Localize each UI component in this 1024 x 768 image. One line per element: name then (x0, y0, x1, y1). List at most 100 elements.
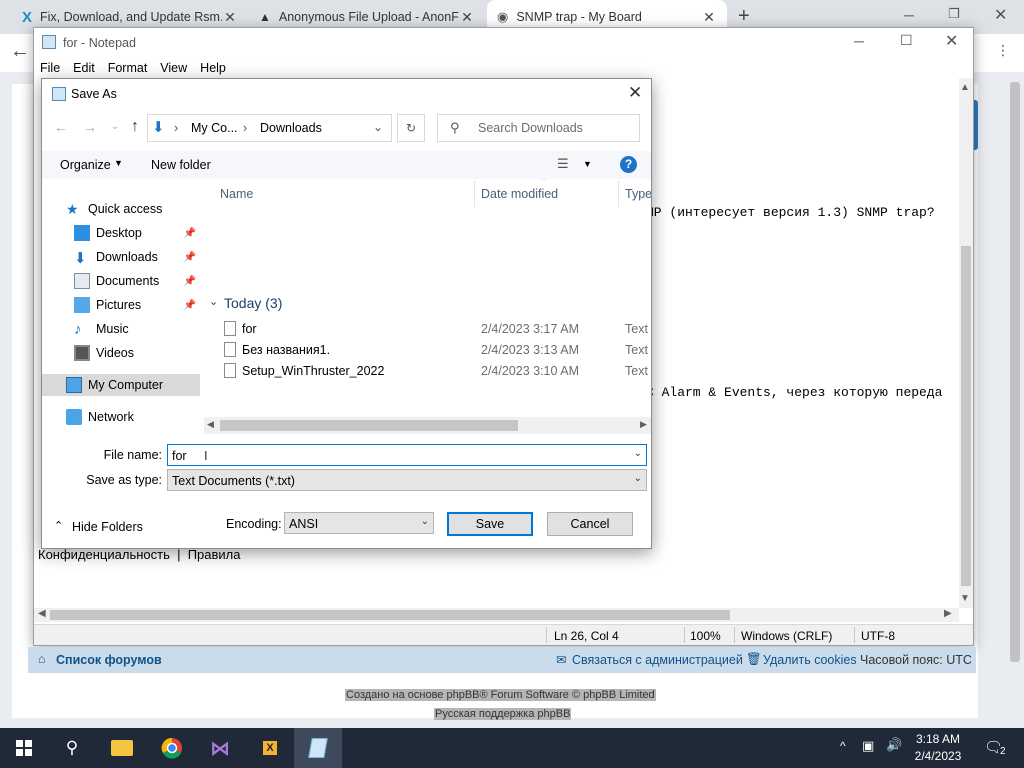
group-chevron-icon[interactable]: ⌄ (209, 295, 218, 308)
search-downloads-input[interactable]: ⚲ Search Downloads (437, 114, 640, 142)
tab-close-icon[interactable]: ✕ (701, 9, 717, 26)
scroll-left-icon[interactable]: ◀ (207, 419, 214, 430)
file-row[interactable]: Setup_WinThruster_2022 2/4/2023 3:10 AM … (218, 361, 651, 382)
refresh-button[interactable]: ↻ (397, 114, 425, 142)
save-button[interactable]: Save (447, 512, 533, 536)
view-chevron-icon[interactable]: ▼ (583, 159, 592, 169)
menu-help[interactable]: Help (200, 61, 226, 75)
hide-folders-button[interactable]: Hide Folders (72, 520, 143, 534)
scroll-thumb[interactable] (961, 246, 971, 586)
organize-chevron-icon[interactable]: ▼ (114, 158, 123, 168)
view-options-icon[interactable]: ☰ (557, 156, 569, 172)
file-date: 2/4/2023 3:13 AM (481, 343, 579, 357)
dialog-close-icon[interactable]: ✕ (628, 83, 642, 103)
breadcrumb-my-computer[interactable]: My Co... (191, 121, 238, 135)
scroll-thumb[interactable] (50, 610, 730, 620)
encoding-select[interactable]: ANSI ⌄ (284, 512, 434, 534)
scroll-left-icon[interactable]: ◀ (38, 608, 46, 619)
tray-chevron-icon[interactable]: ^ (840, 739, 846, 753)
visual-studio-button[interactable]: ⋈ (196, 728, 244, 768)
new-tab-button[interactable]: + (738, 5, 750, 28)
cancel-button[interactable]: Cancel (547, 512, 633, 536)
column-type[interactable]: Type (625, 187, 651, 201)
menu-edit[interactable]: Edit (73, 61, 95, 75)
browser-restore-icon[interactable]: ❐ (948, 6, 960, 22)
column-date-modified[interactable]: Date modified (481, 187, 558, 201)
browser-close-icon[interactable]: ✕ (994, 5, 1007, 25)
notepad-vertical-scrollbar[interactable]: ▲ ▼ (959, 78, 973, 608)
notepad-taskbar-button[interactable] (294, 728, 342, 768)
network-tray-icon[interactable]: ▣ (862, 738, 874, 754)
windows-icon (16, 740, 32, 756)
tab-close-icon[interactable]: ✕ (222, 9, 238, 26)
save-as-titlebar: Save As ✕ (42, 79, 651, 109)
scroll-thumb[interactable] (220, 420, 518, 431)
nav-label: Videos (96, 346, 134, 360)
scroll-up-icon[interactable]: ▲ (960, 82, 970, 93)
group-header-today[interactable]: Today (3) (224, 295, 282, 311)
notepad-minimize-icon[interactable]: ─ (854, 33, 864, 49)
file-row[interactable]: for 2/4/2023 3:17 AM Text D (218, 319, 651, 340)
nav-pictures[interactable]: Pictures 📌 (42, 294, 200, 316)
page-scrollbar-thumb[interactable] (1010, 82, 1020, 662)
nav-my-computer[interactable]: My Computer (42, 374, 200, 396)
refresh-icon: ↻ (405, 121, 417, 135)
search-button[interactable]: ⚲ (48, 728, 96, 768)
chrome-button[interactable] (148, 728, 196, 768)
save-as-type-select[interactable]: Text Documents (*.txt) ⌄ (167, 469, 647, 491)
scroll-right-icon[interactable]: ▶ (640, 419, 647, 430)
nav-recent-chevron-icon[interactable]: ⌄ (104, 115, 126, 139)
notepad-app-icon (42, 35, 56, 49)
nav-music[interactable]: ♪ Music (42, 318, 200, 340)
hide-folders-chevron-icon[interactable]: ⌃ (54, 519, 63, 532)
browser-minimize-icon[interactable]: ─ (904, 7, 914, 23)
file-name-dropdown-chevron-icon[interactable]: ⌄ (634, 448, 642, 459)
encoding-chevron-icon[interactable]: ⌄ (421, 516, 429, 527)
nav-videos[interactable]: Videos (42, 342, 200, 364)
menu-file[interactable]: File (40, 61, 60, 75)
nav-desktop[interactable]: Desktop 📌 (42, 222, 200, 244)
nav-downloads[interactable]: ⬇ Downloads 📌 (42, 246, 200, 268)
address-dropdown-chevron-icon[interactable]: ⌄ (373, 120, 383, 134)
help-icon[interactable]: ? (620, 156, 637, 173)
menu-dots-icon[interactable]: ⋮ (996, 42, 1010, 59)
clock-date[interactable]: 2/4/2023 (908, 749, 968, 763)
column-name[interactable]: Name (220, 187, 253, 201)
delete-cookies-link[interactable]: Удалить cookies (763, 653, 857, 667)
file-name-input[interactable]: for I ⌄ (167, 444, 647, 466)
contact-admin-link[interactable]: Связаться с администрацией (572, 653, 743, 667)
file-explorer-button[interactable] (98, 728, 146, 768)
forum-index-link[interactable]: Список форумов (56, 653, 162, 667)
new-folder-button[interactable]: New folder (151, 158, 211, 172)
notepad-horizontal-scrollbar[interactable]: ◀ ▶ (34, 608, 959, 622)
notepad-close-icon[interactable]: ✕ (945, 31, 958, 51)
encoding-label: Encoding: (226, 517, 282, 531)
nav-up-arrow-icon[interactable]: ↑ (124, 115, 146, 139)
tab-favicon-x-icon: X (22, 8, 33, 26)
file-row[interactable]: Без названия1. 2/4/2023 3:13 AM Text D (218, 340, 651, 361)
notepad-maximize-icon[interactable]: ☐ (900, 32, 913, 49)
volume-icon[interactable]: 🔊 (886, 737, 902, 753)
address-bar[interactable]: ⬇ › My Co... › Downloads ⌄ (147, 114, 392, 142)
file-name: Без названия1. (242, 343, 331, 357)
downloads-arrow-icon: ⬇ (152, 119, 165, 136)
clock-time[interactable]: 3:18 AM (912, 732, 964, 746)
xampp-button[interactable]: X (246, 728, 294, 768)
nav-quick-access[interactable]: ★ Quick access (42, 198, 200, 220)
scroll-right-icon[interactable]: ▶ (944, 608, 952, 619)
nav-documents[interactable]: Documents 📌 (42, 270, 200, 292)
nav-forward-arrow-icon[interactable]: → (79, 115, 101, 139)
nav-back-arrow-icon[interactable]: ← (50, 115, 72, 139)
scroll-down-icon[interactable]: ▼ (960, 593, 970, 604)
start-button[interactable] (0, 728, 48, 768)
back-arrow-icon[interactable]: ← (10, 40, 30, 63)
breadcrumb-downloads[interactable]: Downloads (260, 121, 322, 135)
menu-view[interactable]: View (160, 61, 187, 75)
notepad-menubar: File Edit Format View Help (34, 57, 973, 78)
organize-button[interactable]: Organize (60, 158, 111, 172)
nav-network[interactable]: Network (42, 406, 200, 428)
save-as-type-chevron-icon[interactable]: ⌄ (634, 473, 642, 484)
tab-close-icon[interactable]: ✕ (459, 9, 475, 26)
menu-format[interactable]: Format (108, 61, 148, 75)
file-list-horizontal-scrollbar[interactable]: ◀ ▶ (204, 417, 651, 434)
